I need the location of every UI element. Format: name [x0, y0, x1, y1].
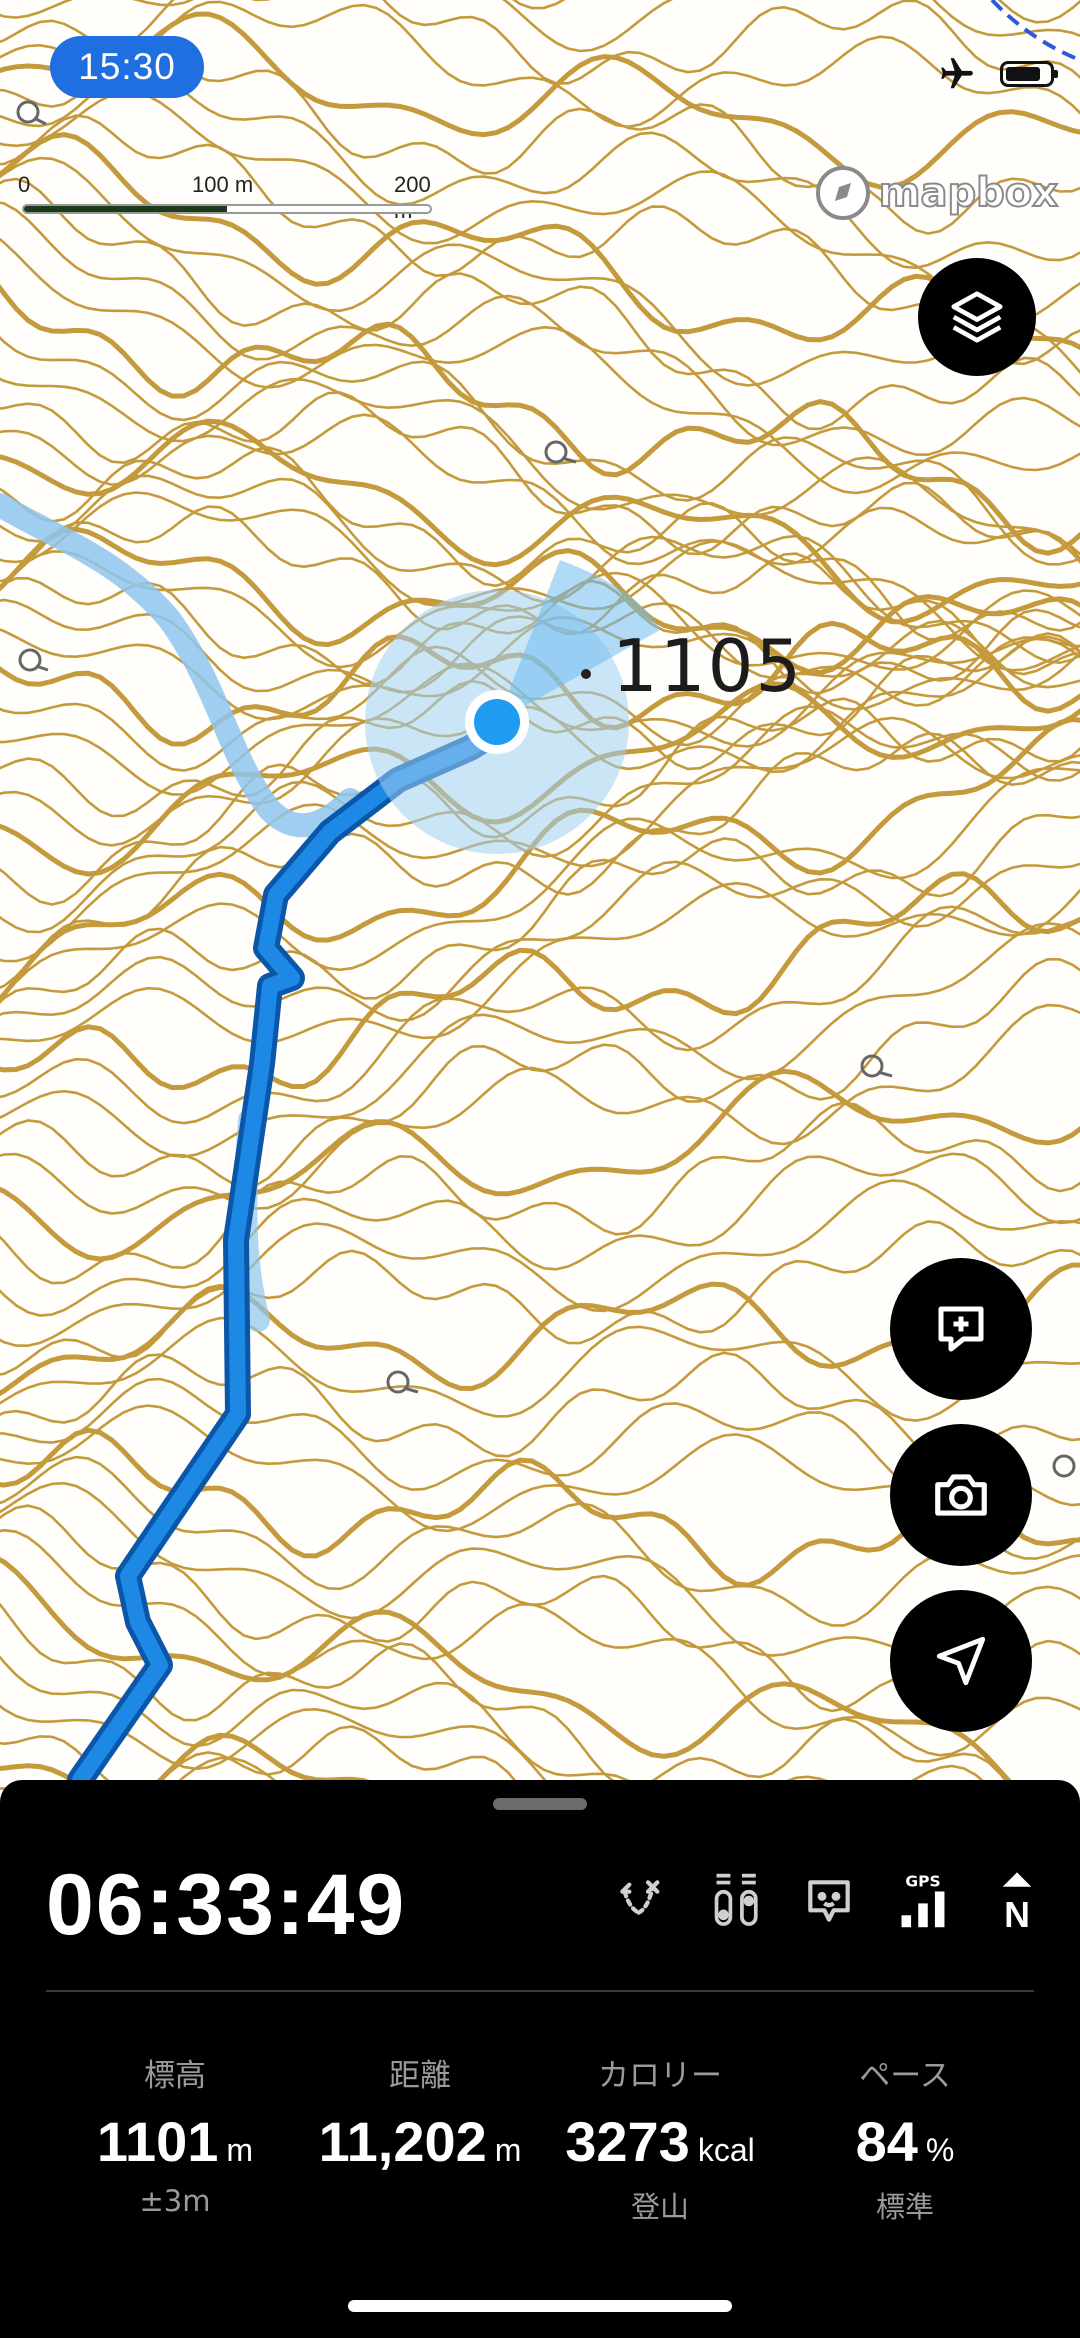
stat-distance: 距離 11,202 m	[305, 2050, 535, 2184]
home-indicator	[348, 2300, 732, 2312]
gps-label: GPS	[905, 1873, 940, 1891]
scale-label-0: 0	[18, 172, 31, 197]
add-note-button[interactable]	[890, 1258, 1032, 1400]
route-icon[interactable]	[612, 1870, 670, 1932]
stat-label: ペース	[859, 2058, 951, 2094]
panel-divider	[46, 1990, 1034, 1992]
stat-unit: kcal	[697, 2132, 755, 2168]
gps-icon[interactable]: GPS	[894, 1870, 952, 1932]
stat-pace: ペース 84% 標準	[790, 2050, 1020, 2226]
stat-calories: カロリー 3273 kcal 登山	[545, 2050, 775, 2226]
status-time: 15:30	[50, 36, 204, 98]
stat-value: 84	[855, 2110, 918, 2173]
stat-value: 11,202	[318, 2110, 487, 2173]
pet-icon[interactable]	[800, 1870, 858, 1932]
add-note-icon	[938, 1306, 984, 1352]
scale-bar-track	[22, 204, 432, 214]
stat-unit: m	[226, 2132, 254, 2168]
stat-sub: ±3m	[139, 2184, 211, 2218]
stat-value: 1101	[96, 2110, 219, 2173]
stat-sub: 標準	[875, 2190, 934, 2224]
stat-value: 3273	[565, 2110, 690, 2173]
layers-icon	[951, 291, 1003, 343]
current-location-core	[474, 699, 520, 745]
tracking-panel[interactable]: 06:33:49 GPS N 標高 1101 m ±3m 距離 11,202 m…	[0, 1780, 1080, 2338]
location-arrow-icon	[936, 1636, 986, 1686]
battery-icon	[1000, 61, 1058, 87]
stat-label: 距離	[389, 2058, 451, 2094]
airplane-icon	[941, 58, 973, 89]
status-icons	[936, 55, 1058, 93]
north-label: N	[1004, 1895, 1030, 1932]
stat-sub: 登山	[630, 2190, 689, 2224]
tracking-status-icons: GPS N	[612, 1870, 1046, 1932]
mapbox-logo[interactable]: mapbox	[815, 165, 1059, 221]
scale-bar-fill	[24, 206, 227, 212]
elapsed-time: 06:33:49	[46, 1857, 407, 1953]
signal-bars-icon[interactable]	[706, 1870, 764, 1932]
stat-label: 標高	[144, 2058, 206, 2094]
scale-label-100: 100 m	[192, 172, 254, 197]
camera-icon	[935, 1474, 987, 1516]
stat-label: カロリー	[598, 2058, 722, 2094]
elevation-label: 1105	[612, 624, 804, 708]
navigate-button[interactable]	[890, 1590, 1032, 1732]
camera-button[interactable]	[890, 1424, 1032, 1566]
stat-unit: %	[925, 2132, 955, 2168]
mapbox-logo-icon	[815, 166, 870, 220]
panel-drag-handle[interactable]	[493, 1798, 587, 1810]
north-icon[interactable]: N	[988, 1870, 1046, 1932]
layers-button[interactable]	[918, 258, 1036, 376]
scale-bar: 0 100 m 200 m	[18, 172, 438, 223]
stat-elevation: 標高 1101 m ±3m	[60, 2050, 290, 2218]
stat-unit: m	[494, 2132, 522, 2168]
summit-dot	[581, 669, 591, 679]
scale-label-200: 200 m	[394, 172, 431, 223]
mapbox-attribution: mapbox	[878, 169, 1059, 217]
